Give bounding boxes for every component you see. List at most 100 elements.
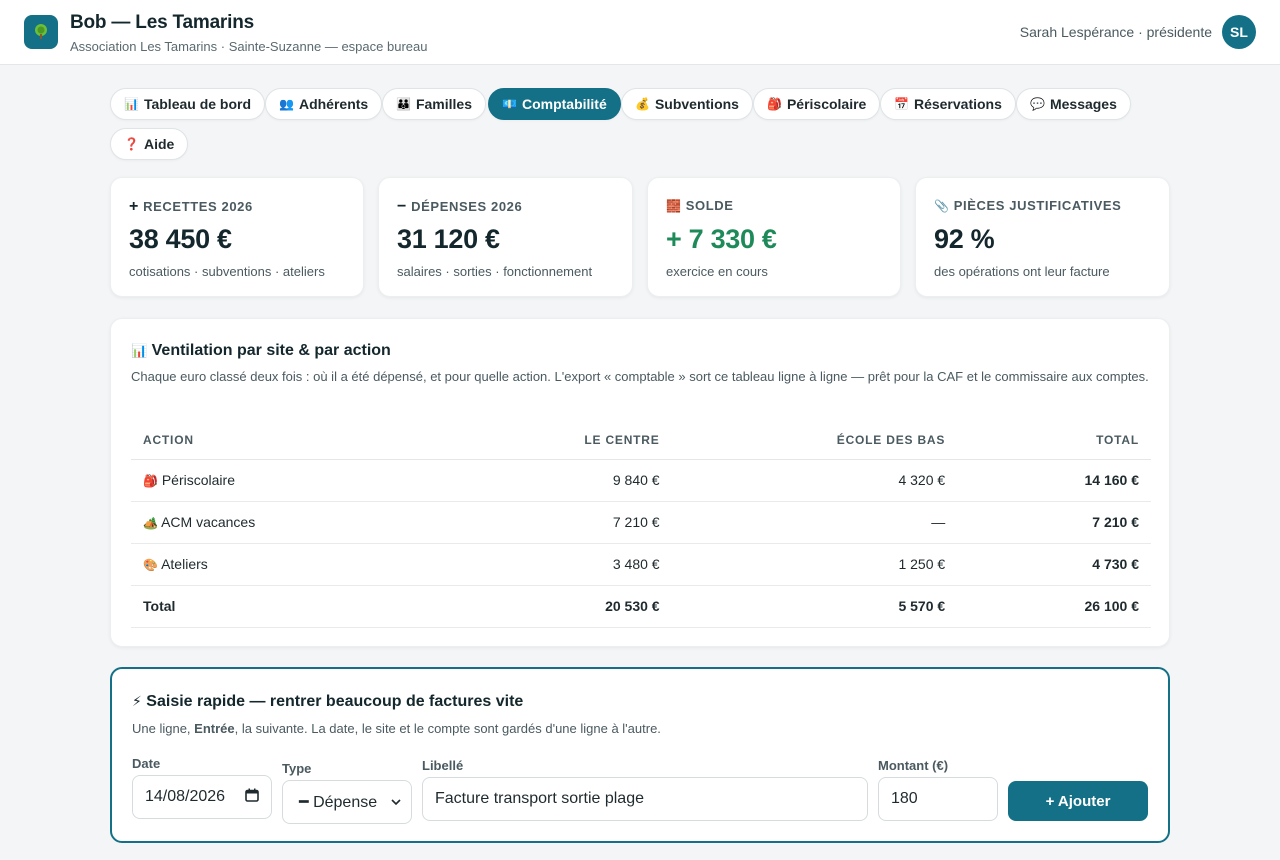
cell-centre: 3 480 €	[539, 543, 672, 586]
enter-key-hint: Entrée	[194, 721, 235, 736]
app-subtitle: Association Les Tamarins · Sainte-Suzann…	[70, 39, 428, 54]
stat-value: + 7 330 €	[666, 224, 777, 254]
cell-ecole: 5 570 €	[671, 585, 958, 628]
tab-aide[interactable]: ❓ Aide	[110, 128, 189, 160]
stat-label: − Dépenses 2026	[397, 198, 523, 215]
cell-total: 7 210 €	[957, 501, 1151, 544]
tab-label: Réservations	[913, 96, 1002, 112]
chevron-down-icon	[391, 793, 401, 811]
speech-bubble-icon: 💬	[1030, 97, 1045, 111]
table-row: 🎒 Périscolaire 9 840 € 4 320 € 14 160 €	[131, 459, 1151, 502]
add-button[interactable]: + Ajouter	[1008, 781, 1148, 821]
stat-label: 🧱 Solde	[666, 198, 734, 213]
stat-value: 31 120 €	[397, 224, 500, 254]
backpack-icon: 🎒	[767, 97, 782, 111]
stat-label: + Recettes 2026	[129, 198, 253, 215]
tab-reservations[interactable]: 📅 Réservations	[880, 88, 1016, 120]
cell-centre: 20 530 €	[539, 585, 672, 628]
montant-input[interactable]: 180	[878, 777, 998, 821]
libelle-label: Libellé	[422, 758, 464, 773]
cell-action: 🎒 Périscolaire	[131, 459, 539, 502]
cell-total: 4 730 €	[957, 543, 1151, 586]
money-bag-icon: 💰	[635, 97, 650, 111]
family-icon: 👪	[396, 97, 411, 111]
backpack-icon: 🎒	[143, 474, 158, 488]
cell-centre: 9 840 €	[539, 459, 672, 502]
table-row: 🏕️ ACM vacances 7 210 € — 7 210 €	[131, 501, 1151, 544]
cell-ecole: 1 250 €	[671, 543, 958, 586]
stat-value: 92 %	[934, 224, 995, 254]
tent-icon: 🏕️	[143, 516, 158, 530]
tab-comptabilite[interactable]: 💶 Comptabilité	[488, 88, 621, 120]
cell-action: 🎨 Ateliers	[131, 543, 539, 586]
question-icon: ❓	[124, 137, 139, 151]
tab-label: Comptabilité	[521, 96, 607, 112]
stat-note: salaires · sorties · fonctionnement	[397, 264, 593, 279]
stat-card-depenses: − Dépenses 2026 31 120 € salaires · sort…	[378, 177, 633, 297]
col-le-centre: Le Centre	[539, 421, 672, 460]
quick-entry-description: Une ligne, Entrée, la suivante. La date,…	[132, 721, 661, 736]
stat-note: cotisations · subventions · ateliers	[129, 264, 325, 279]
plus-icon: +	[129, 198, 139, 215]
calendar-icon[interactable]	[245, 788, 259, 807]
tab-label: Tableau de bord	[143, 96, 252, 112]
chart-icon: 📊	[124, 97, 139, 111]
tab-label: Aide	[143, 136, 175, 152]
cell-total: 14 160 €	[957, 459, 1151, 502]
section-title: 📊 Ventilation par site & par action	[131, 342, 391, 359]
stat-note: exercice en cours	[666, 264, 768, 279]
date-label: Date	[132, 756, 161, 771]
tab-label: Subventions	[654, 96, 739, 112]
people-icon: 👥	[279, 97, 294, 111]
top-bar: Bob — Les Tamarins Association Les Tamar…	[0, 0, 1280, 65]
table-header-row: Action Le Centre École des Bas Total	[131, 421, 1151, 460]
tab-subventions[interactable]: 💰 Subventions	[621, 88, 753, 120]
chart-icon: 📊	[131, 343, 148, 358]
libelle-input[interactable]: Facture transport sortie plage	[422, 777, 868, 821]
stat-note: des opérations ont leur facture	[934, 264, 1110, 279]
minus-icon: −	[397, 198, 407, 215]
cell-ecole: 4 320 €	[671, 459, 958, 502]
lightning-icon: ⚡	[132, 693, 142, 709]
app-title: Bob — Les Tamarins	[70, 12, 254, 33]
quick-entry-title: ⚡ Saisie rapide — rentrer beaucoup de fa…	[132, 693, 524, 710]
ventilation-panel: 📊 Ventilation par site & par action Chaq…	[110, 318, 1170, 647]
avatar[interactable]: SL	[1222, 15, 1256, 49]
palette-icon: 🎨	[143, 558, 158, 572]
tab-label: Adhérents	[298, 96, 369, 112]
tab-tableau-de-bord[interactable]: 📊 Tableau de bord	[110, 88, 266, 120]
paperclip-icon: 📎	[934, 199, 950, 213]
cell-total: 26 100 €	[957, 585, 1151, 628]
stat-value: 38 450 €	[129, 224, 232, 254]
cell-ecole: —	[671, 501, 958, 544]
type-label: Type	[282, 761, 312, 776]
tab-periscolaire[interactable]: 🎒 Périscolaire	[753, 88, 881, 120]
stat-label: 📎 Pièces justificatives	[934, 198, 1122, 213]
calendar-icon: 📅	[894, 97, 909, 111]
section-description: Chaque euro classé deux fois : où il a é…	[131, 369, 1149, 384]
stat-card-pieces: 📎 Pièces justificatives 92 % des opérati…	[915, 177, 1170, 297]
cell-action: 🏕️ ACM vacances	[131, 501, 539, 544]
tab-adherents[interactable]: 👥 Adhérents	[265, 88, 383, 120]
col-action: Action	[131, 421, 539, 460]
stat-card-solde: 🧱 Solde + 7 330 € exercice en cours	[647, 177, 901, 297]
stat-card-recettes: + Recettes 2026 38 450 € cotisations · s…	[110, 177, 364, 297]
banknote-icon: 💶	[502, 97, 517, 111]
col-ecole-des-bas: École des Bas	[671, 421, 958, 460]
type-select[interactable]: ━ Dépense	[282, 780, 412, 824]
tab-label: Familles	[415, 96, 472, 112]
quick-entry-panel: ⚡ Saisie rapide — rentrer beaucoup de fa…	[110, 667, 1170, 843]
tab-messages[interactable]: 💬 Messages	[1016, 88, 1131, 120]
table-row: 🎨 Ateliers 3 480 € 1 250 € 4 730 €	[131, 543, 1151, 586]
tab-familles[interactable]: 👪 Familles	[382, 88, 486, 120]
col-total: Total	[957, 421, 1151, 460]
cell-action: Total	[131, 585, 539, 628]
montant-label: Montant (€)	[878, 758, 949, 773]
date-field[interactable]: 14/08/2026	[132, 775, 272, 819]
ventilation-table: Action Le Centre École des Bas Total 🎒 P…	[131, 421, 1151, 628]
cell-centre: 7 210 €	[539, 501, 672, 544]
tab-label: Messages	[1049, 96, 1117, 112]
table-total-row: Total 20 530 € 5 570 € 26 100 €	[131, 585, 1151, 628]
user-name: Sarah Lespérance · présidente	[1019, 24, 1212, 40]
tab-label: Périscolaire	[786, 96, 867, 112]
